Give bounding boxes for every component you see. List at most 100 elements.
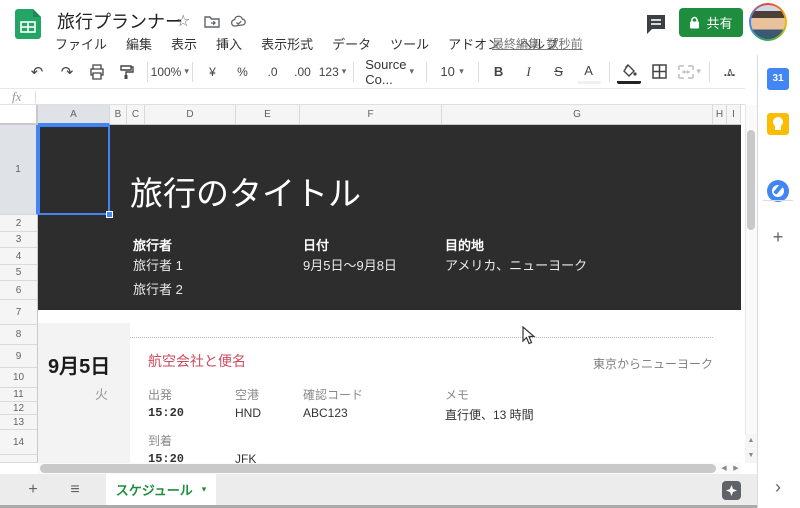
bold-button[interactable]: B: [487, 60, 511, 84]
last-edit-link[interactable]: 最終編集: 数秒前: [492, 35, 583, 52]
traveler-2-cell[interactable]: 旅行者 2: [133, 279, 183, 298]
memo-value-cell[interactable]: 直行便、13 時間: [445, 406, 534, 423]
column-header-c[interactable]: C: [127, 105, 145, 125]
destination-value-cell[interactable]: アメリカ、ニューヨーク: [445, 255, 587, 274]
move-folder-icon[interactable]: [203, 13, 221, 31]
departure-label-cell[interactable]: 出発: [148, 386, 172, 403]
italic-button[interactable]: I: [517, 60, 541, 84]
sheets-logo-icon[interactable]: [15, 9, 41, 39]
print-button[interactable]: [85, 60, 109, 84]
text-color-button[interactable]: A: [576, 60, 601, 84]
sheet-tab-menu-icon[interactable]: ▾: [202, 484, 207, 495]
arrival-time-cell[interactable]: 15:20: [148, 452, 184, 463]
get-addons-button[interactable]: +: [766, 225, 790, 249]
font-size-select[interactable]: 10 ▾: [434, 60, 469, 84]
redo-button[interactable]: ↷: [55, 60, 79, 84]
all-sheets-button[interactable]: ≡: [66, 481, 84, 499]
active-cell-selection[interactable]: [38, 125, 110, 215]
day-weekday-cell[interactable]: 火: [48, 384, 108, 403]
add-sheet-button[interactable]: +: [24, 481, 42, 499]
fill-color-button[interactable]: [617, 60, 642, 84]
account-avatar[interactable]: [749, 3, 787, 41]
row-header-8[interactable]: 8: [0, 325, 38, 345]
row-header-15[interactable]: [0, 455, 38, 463]
dates-label-cell[interactable]: 日付: [303, 235, 329, 254]
decrease-decimal-button[interactable]: .0: [261, 60, 285, 84]
sheet-tab-schedule[interactable]: スケジュール ▾: [106, 474, 216, 505]
travelers-label-cell[interactable]: 旅行者: [133, 235, 172, 254]
day-date-cell[interactable]: 9月5日: [48, 350, 110, 379]
format-percent-button[interactable]: %: [231, 60, 255, 84]
keep-icon[interactable]: [767, 113, 789, 135]
menu-tools[interactable]: ツール: [390, 34, 429, 53]
more-formats-button[interactable]: 123 ▾: [319, 60, 347, 84]
trip-title-cell[interactable]: 旅行のタイトル: [130, 167, 361, 215]
scroll-up-button[interactable]: ▲: [745, 434, 757, 448]
row-header-14[interactable]: 14: [0, 430, 38, 455]
tasks-icon[interactable]: [767, 180, 789, 202]
flight-card-title-cell[interactable]: 航空会社と便名: [148, 351, 246, 371]
row-header-6[interactable]: 6: [0, 281, 38, 300]
calendar-icon[interactable]: 31: [767, 68, 789, 90]
arrival-airport-cell[interactable]: JFK: [235, 452, 256, 463]
menu-data[interactable]: データ: [332, 34, 371, 53]
traveler-1-cell[interactable]: 旅行者 1: [133, 255, 183, 274]
row-header-5[interactable]: 5: [0, 265, 38, 281]
cloud-status-icon[interactable]: [230, 13, 248, 31]
row-header-12[interactable]: 12: [0, 402, 38, 415]
paint-format-button[interactable]: [115, 60, 139, 84]
document-title[interactable]: 旅行プランナー: [57, 8, 183, 34]
scroll-left-button[interactable]: ◀: [718, 463, 730, 474]
increase-decimal-button[interactable]: .00: [291, 60, 315, 84]
airport-label-cell[interactable]: 空港: [235, 386, 259, 403]
column-header-b[interactable]: B: [110, 105, 127, 125]
scroll-down-button[interactable]: ▼: [745, 449, 757, 463]
format-currency-button[interactable]: ¥: [201, 60, 225, 84]
trip-header-band[interactable]: 旅行のタイトル 旅行者 日付 目的地 旅行者 1 旅行者 2 9月5日～9月8日…: [38, 125, 741, 310]
collapse-side-panel-button[interactable]: ›: [768, 477, 788, 497]
select-all-corner[interactable]: [0, 105, 38, 125]
row-header-7[interactable]: 7: [0, 300, 38, 325]
menu-view[interactable]: 表示: [171, 34, 197, 53]
formula-bar[interactable]: fx: [0, 88, 745, 105]
row-header-11[interactable]: 11: [0, 388, 38, 402]
row-header-13[interactable]: 13: [0, 415, 38, 430]
share-button[interactable]: 共有: [679, 8, 743, 37]
row-header-3[interactable]: 3: [0, 232, 38, 248]
comment-history-icon[interactable]: [644, 12, 668, 36]
strikethrough-button[interactable]: S: [547, 60, 571, 84]
confirmation-value-cell[interactable]: ABC123: [303, 406, 348, 420]
star-icon[interactable]: ☆: [176, 13, 194, 31]
scroll-right-button[interactable]: ▶: [730, 463, 742, 474]
merge-cells-button[interactable]: ▾: [677, 60, 701, 84]
arrival-label-cell[interactable]: 到着: [148, 432, 172, 449]
column-header-i[interactable]: I: [727, 105, 741, 125]
row-header-9[interactable]: 9: [0, 345, 38, 368]
column-header-h[interactable]: H: [713, 105, 727, 125]
destination-label-cell[interactable]: 目的地: [445, 235, 484, 254]
borders-button[interactable]: [647, 60, 671, 84]
menu-insert[interactable]: 挿入: [216, 34, 242, 53]
column-header-d[interactable]: D: [145, 105, 236, 125]
column-header-e[interactable]: E: [236, 105, 300, 125]
row-header-1[interactable]: 1: [0, 125, 38, 215]
explore-button[interactable]: [722, 481, 741, 500]
horizontal-scrollbar-thumb[interactable]: [40, 464, 716, 473]
column-header-g[interactable]: G: [442, 105, 713, 125]
row-header-10[interactable]: 10: [0, 368, 38, 388]
departure-time-cell[interactable]: 15:20: [148, 406, 184, 420]
menu-format[interactable]: 表示形式: [261, 34, 313, 53]
row-header-2[interactable]: 2: [0, 215, 38, 232]
fill-handle[interactable]: [106, 211, 113, 218]
confirmation-label-cell[interactable]: 確認コード: [303, 386, 363, 403]
column-header-f[interactable]: F: [300, 105, 442, 125]
memo-label-cell[interactable]: メモ: [445, 386, 469, 403]
font-select[interactable]: Source Co... ▾: [361, 57, 417, 87]
zoom-select[interactable]: 100% ▾: [151, 60, 189, 84]
hide-menus-button[interactable]: ∧: [718, 60, 742, 84]
menu-edit[interactable]: 編集: [126, 34, 152, 53]
airport-value-cell[interactable]: HND: [235, 406, 261, 420]
flight-route-cell[interactable]: 東京からニューヨーク: [413, 355, 713, 372]
spreadsheet-canvas[interactable]: 旅行のタイトル 旅行者 日付 目的地 旅行者 1 旅行者 2 9月5日～9月8日…: [38, 125, 741, 463]
dates-value-cell[interactable]: 9月5日～9月8日: [303, 255, 397, 274]
